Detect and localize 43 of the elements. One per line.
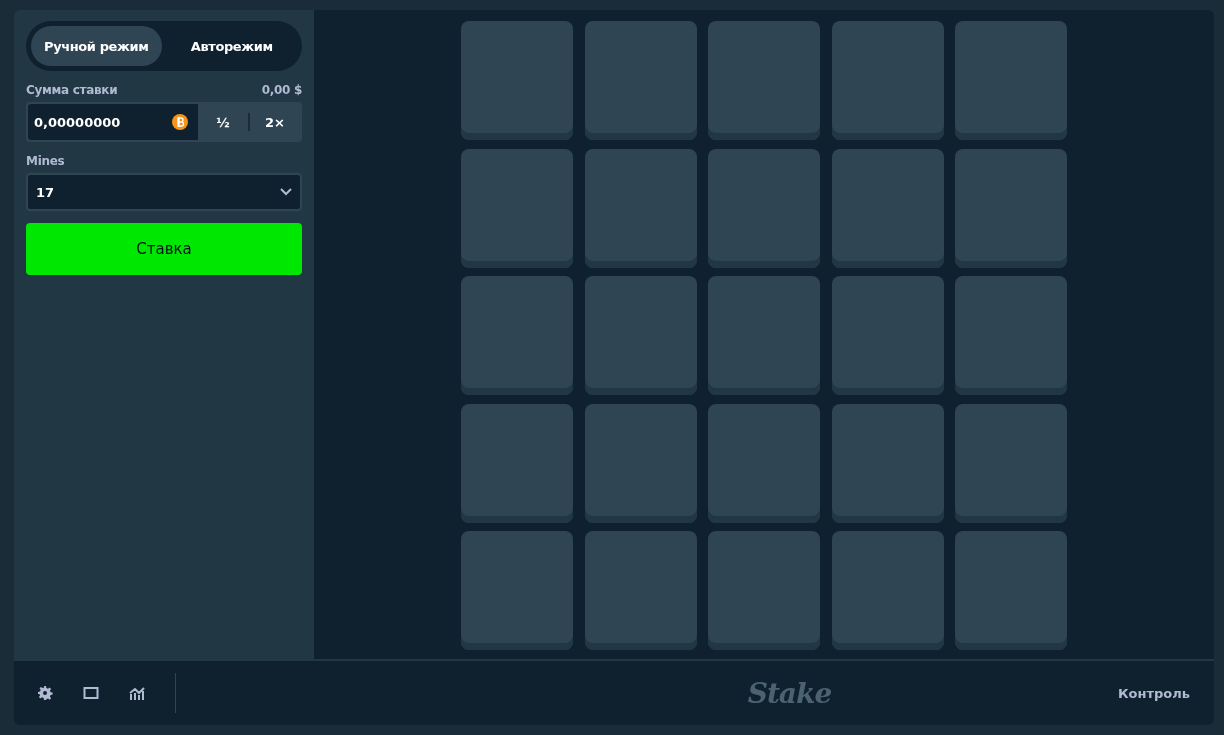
tile[interactable] [955,276,1067,395]
chart-icon[interactable] [129,685,145,701]
tile[interactable] [955,403,1067,523]
tile[interactable] [831,531,944,650]
bet-button[interactable]: Ставка [26,223,302,275]
tile[interactable] [831,403,944,523]
mode-tab[interactable]: Авторежим [166,26,297,66]
tile[interactable] [461,148,573,268]
coin-icon [172,114,188,130]
tile[interactable] [461,21,573,140]
tile[interactable] [708,148,820,268]
tile[interactable] [831,148,944,268]
tile[interactable] [708,531,820,650]
tile[interactable] [584,531,697,650]
bet-amount-label: Сумма ставки [26,83,118,97]
tile[interactable] [461,276,573,395]
mines-label: Mines [26,154,65,168]
double-button[interactable]: 2× [250,104,300,140]
tile[interactable] [584,21,697,140]
tile[interactable] [708,403,820,523]
tile[interactable] [831,276,944,395]
control-button[interactable]: Контроль [1111,684,1196,702]
tile[interactable] [708,21,820,140]
tile[interactable] [461,403,573,523]
tile[interactable] [955,531,1067,650]
tile[interactable] [461,531,573,650]
tile[interactable] [584,403,697,523]
logo: Stake [747,676,832,710]
converted-amount: 0,00 $ [261,83,302,97]
square-icon[interactable] [83,685,99,701]
mode-tab[interactable]: Ручной режим [31,26,162,66]
mines-select[interactable]: 17 [26,173,302,211]
bet-amount-field[interactable]: 0,00000000 [28,104,198,140]
tile[interactable] [955,21,1067,140]
tile[interactable] [584,276,697,395]
chevron-icon [280,188,292,196]
tile[interactable] [584,148,697,268]
settings-icon[interactable] [37,685,53,701]
half-button[interactable]: ½ [198,104,248,140]
tile[interactable] [708,276,820,395]
tile[interactable] [831,21,944,140]
tile[interactable] [955,148,1067,268]
bet-amount-input[interactable]: 0,00000000 [34,107,172,137]
